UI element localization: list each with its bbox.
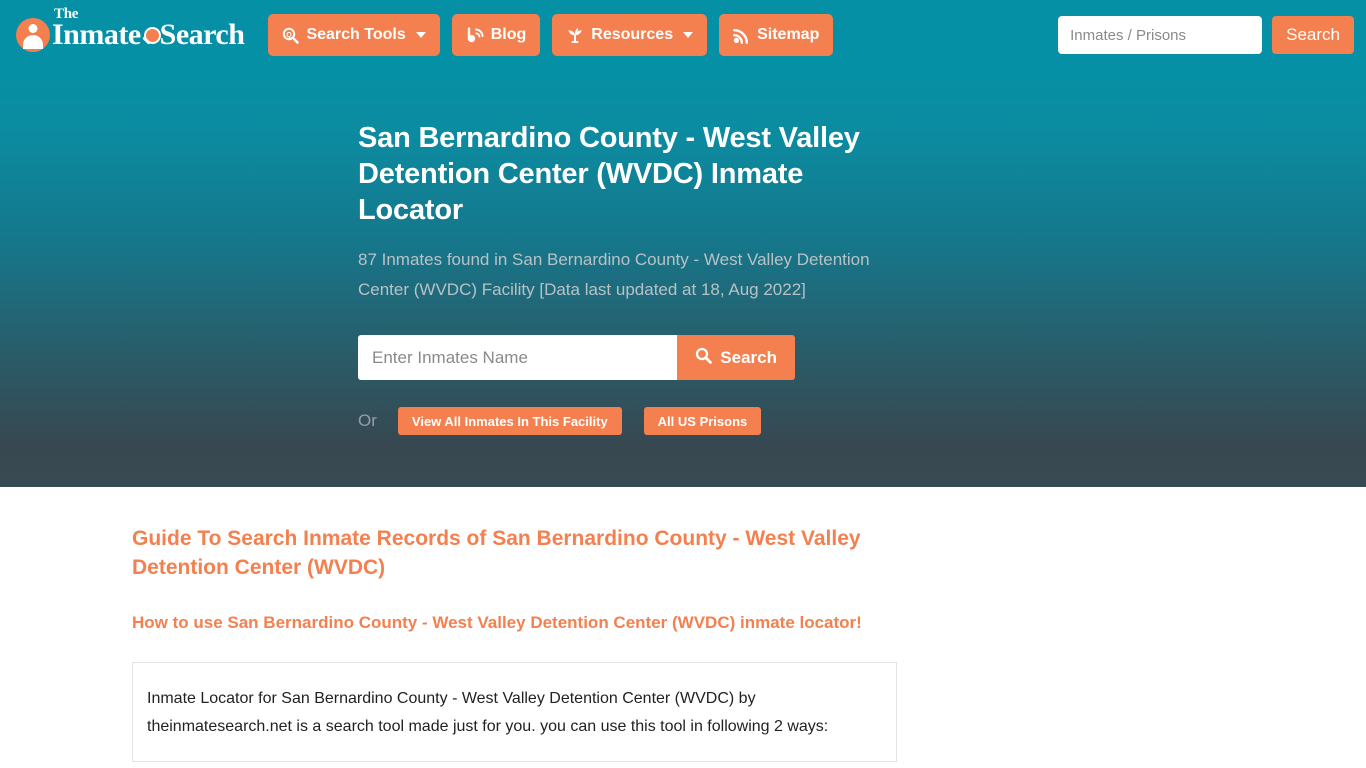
hero-section: San Bernardino County - West Valley Dete… [0, 70, 1366, 487]
guide-heading: Guide To Search Inmate Records of San Be… [132, 527, 861, 579]
inmate-search-group: Search [358, 335, 795, 380]
inmate-name-input[interactable] [358, 335, 678, 380]
hero-subtitle: 87 Inmates found in San Bernardino Count… [358, 250, 870, 299]
header-search-button[interactable]: Search [1272, 16, 1354, 54]
logo-the-text: The [54, 6, 79, 22]
info-box-text: Inmate Locator for San Bernardino County… [147, 690, 829, 735]
logo-text: The Inmate Search [52, 7, 245, 51]
page-title: San Bernardino County - West Valley Dete… [358, 122, 860, 226]
hero-content: San Bernardino County - West Valley Dete… [358, 120, 898, 435]
nav-label-search-tools: Search Tools [306, 26, 406, 43]
nav-label-sitemap: Sitemap [757, 26, 820, 43]
inmate-search-button-label: Search [720, 347, 777, 367]
seedling-icon [566, 27, 584, 44]
site-logo[interactable]: The Inmate Search [16, 7, 245, 57]
main-content: Guide To Search Inmate Records of San Be… [0, 487, 1366, 762]
nav-label-resources: Resources [591, 26, 674, 43]
svg-text:Q: Q [287, 32, 293, 39]
chevron-down-icon [415, 32, 426, 38]
info-box: Inmate Locator for San Bernardino County… [132, 662, 897, 762]
main-navigation: Q Search Tools Blog Resources Sitemap [268, 14, 834, 56]
magnifier-icon [141, 26, 161, 50]
header-search-input[interactable] [1058, 16, 1263, 54]
view-all-inmates-button[interactable]: View All Inmates In This Facility [397, 407, 622, 435]
rss-icon [733, 27, 750, 44]
blog-icon [466, 26, 484, 44]
alternate-actions-row: Or View All Inmates In This Facility All… [358, 407, 898, 435]
magnifier-icon [695, 347, 713, 369]
nav-item-sitemap[interactable]: Sitemap [719, 14, 834, 56]
howto-heading: How to use San Bernardino County - West … [132, 613, 862, 632]
person-in-circle-icon [16, 18, 50, 52]
chevron-down-icon [683, 32, 694, 38]
top-header-bar: The Inmate Search Q Search Tools Blog Re… [0, 0, 1366, 70]
all-us-prisons-button[interactable]: All US Prisons [643, 407, 762, 435]
header-search-group: Search [1058, 16, 1354, 54]
search-tools-icon: Q [282, 27, 300, 44]
inmate-search-button[interactable]: Search [677, 335, 795, 380]
logo-search-text: Search [159, 18, 245, 51]
or-label: Or [358, 411, 377, 430]
nav-label-blog: Blog [490, 26, 527, 43]
nav-item-resources[interactable]: Resources [552, 14, 708, 56]
nav-item-search-tools[interactable]: Q Search Tools [268, 14, 440, 56]
nav-item-blog[interactable]: Blog [451, 14, 541, 56]
logo-inmate-text: Inmate [52, 18, 141, 51]
